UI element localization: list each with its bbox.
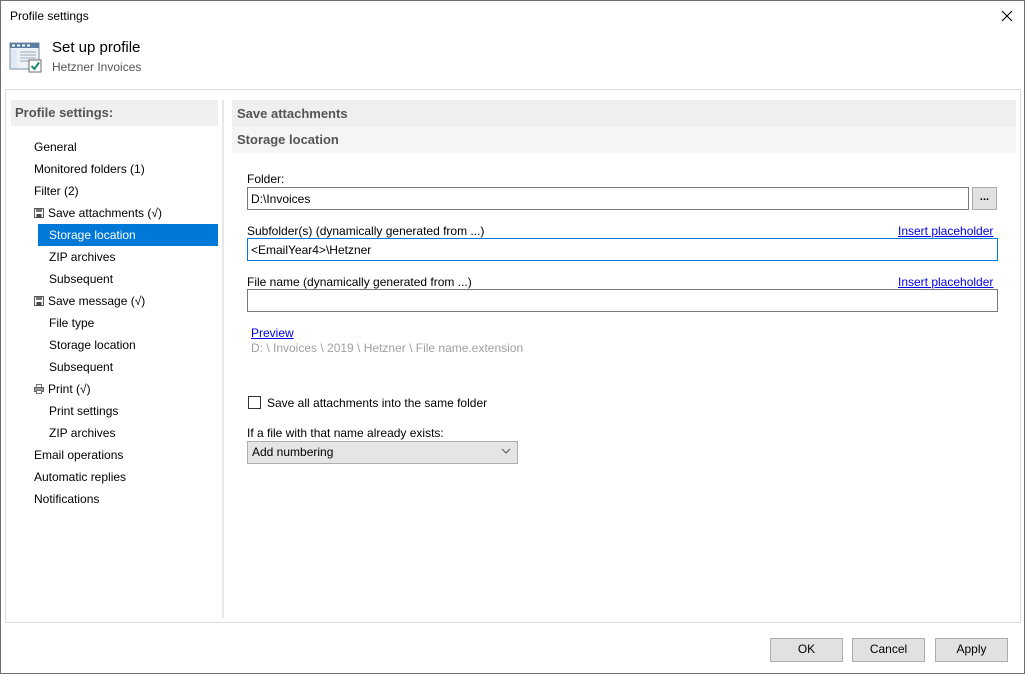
- same-folder-checkbox[interactable]: [248, 396, 261, 409]
- printer-icon: [34, 384, 44, 394]
- sidebar-item-attachments-zip-archives[interactable]: ZIP archives: [38, 246, 218, 268]
- sidebar-item-label: General: [34, 140, 77, 154]
- save-icon: [34, 208, 44, 218]
- sidebar-item-automatic-replies[interactable]: Automatic replies: [11, 466, 218, 488]
- browse-folder-button[interactable]: ...: [972, 187, 997, 210]
- sidebar-item-notifications[interactable]: Notifications: [11, 488, 218, 510]
- sidebar-item-label: Subsequent: [49, 272, 114, 286]
- sidebar-item-print[interactable]: Print (√): [11, 378, 218, 400]
- sidebar-item-save-message[interactable]: Save message (√): [11, 290, 218, 312]
- preview-link[interactable]: Preview: [251, 326, 294, 340]
- sidebar-item-attachments-storage-location[interactable]: Storage location: [38, 224, 218, 246]
- sidebar-item-attachments-subsequent[interactable]: Subsequent: [38, 268, 218, 290]
- sidebar-item-email-operations[interactable]: Email operations: [11, 444, 218, 466]
- sidebar-item-label: ZIP archives: [49, 250, 116, 264]
- ok-button[interactable]: OK: [770, 638, 843, 662]
- sidebar-item-general[interactable]: General: [11, 136, 218, 158]
- sidebar-item-save-attachments[interactable]: Save attachments (√): [11, 202, 218, 224]
- close-icon: [1001, 10, 1013, 22]
- sidebar-item-label: Notifications: [34, 492, 100, 506]
- subfolder-label: Subfolder(s) (dynamically generated from…: [247, 224, 485, 238]
- sidebar-item-label: Storage location: [49, 338, 136, 352]
- section-title: Save attachments: [232, 100, 1016, 127]
- sidebar-item-label: Save message (√): [48, 294, 146, 308]
- sidebar-item-message-subsequent[interactable]: Subsequent: [38, 356, 218, 378]
- sidebar-item-print-settings[interactable]: Print settings: [38, 400, 218, 422]
- file-exists-dropdown[interactable]: Add numbering: [247, 441, 518, 464]
- subfolder-input[interactable]: [247, 238, 998, 261]
- cancel-button[interactable]: Cancel: [852, 638, 925, 662]
- filename-input[interactable]: [247, 289, 998, 312]
- sidebar-item-label: Subsequent: [49, 360, 114, 374]
- sidebar-item-print-zip-archives[interactable]: ZIP archives: [38, 422, 218, 444]
- chevron-down-icon: [501, 448, 511, 454]
- profile-name: Hetzner Invoices: [52, 60, 142, 74]
- sidebar-item-label: Print settings: [49, 404, 119, 418]
- same-folder-label: Save all attachments into the same folde…: [267, 396, 488, 410]
- sidebar-item-label: Storage location: [49, 228, 136, 242]
- close-button[interactable]: [996, 5, 1018, 27]
- title-bar: Profile settings: [1, 1, 1024, 31]
- panel-divider: [222, 100, 224, 618]
- preview-path: D: \ Invoices \ 2019 \ Hetzner \ File na…: [251, 341, 524, 355]
- sidebar-item-message-storage-location[interactable]: Storage location: [38, 334, 218, 356]
- subfolder-insert-placeholder-link[interactable]: Insert placeholder: [898, 224, 993, 238]
- filename-insert-placeholder-link[interactable]: Insert placeholder: [898, 275, 993, 289]
- sidebar-item-label: Print (√): [48, 382, 91, 396]
- filename-label: File name (dynamically generated from ..…: [247, 275, 472, 289]
- sidebar-item-filter[interactable]: Filter (2): [11, 180, 218, 202]
- folder-input[interactable]: [247, 187, 969, 210]
- sidebar-item-label: File type: [49, 316, 95, 330]
- file-exists-label: If a file with that name already exists:: [247, 426, 444, 440]
- dialog-heading: Set up profile: [52, 39, 141, 56]
- sidebar-item-label: ZIP archives: [49, 426, 116, 440]
- sidebar-item-label: Filter (2): [34, 184, 79, 198]
- sidebar-item-label: Automatic replies: [34, 470, 127, 484]
- profile-settings-dialog: Profile settings Set up profile Hetzner …: [0, 0, 1025, 674]
- save-icon: [34, 296, 44, 306]
- sidebar-item-label: Email operations: [34, 448, 124, 462]
- sidebar-item-monitored-folders[interactable]: Monitored folders (1): [11, 158, 218, 180]
- settings-panel: Profile settings: General Monitored fold…: [5, 89, 1021, 623]
- content-area: Save attachments Storage location Folder…: [232, 100, 1016, 620]
- subsection-title: Storage location: [232, 127, 1016, 153]
- file-exists-selected: Add numbering: [252, 445, 334, 459]
- sidebar-nav: General Monitored folders (1) Filter (2)…: [11, 136, 218, 510]
- sidebar-item-message-file-type[interactable]: File type: [38, 312, 218, 334]
- sidebar: Profile settings: General Monitored fold…: [11, 100, 218, 620]
- profile-settings-icon: [9, 42, 42, 73]
- apply-button[interactable]: Apply: [935, 638, 1008, 662]
- folder-label: Folder:: [247, 172, 285, 186]
- window-title: Profile settings: [10, 9, 89, 23]
- sidebar-header: Profile settings:: [11, 100, 218, 126]
- sidebar-item-label: Monitored folders (1): [34, 162, 145, 176]
- sidebar-item-label: Save attachments (√): [48, 206, 162, 220]
